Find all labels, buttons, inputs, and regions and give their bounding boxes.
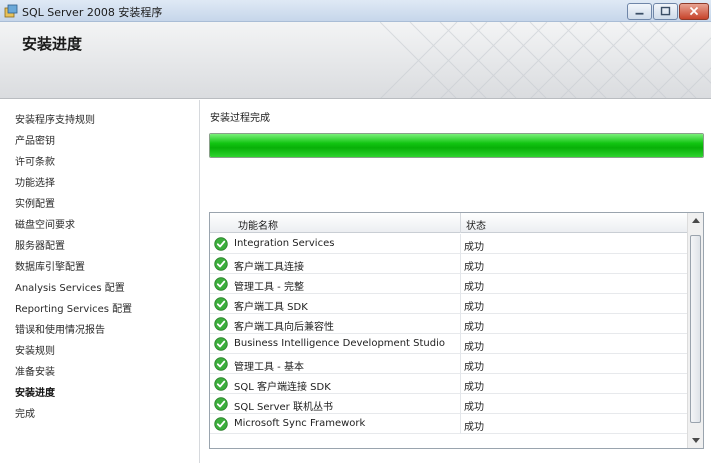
success-check-icon bbox=[214, 337, 228, 351]
column-header-status[interactable]: 状态 bbox=[466, 217, 486, 232]
status-cell: 成功 bbox=[464, 242, 484, 253]
status-cell: 成功 bbox=[464, 322, 484, 333]
nav-item-ready-to-install: 准备安装 bbox=[15, 367, 55, 378]
maximize-button[interactable] bbox=[653, 3, 678, 20]
nav-item-install-rules: 安装规则 bbox=[15, 346, 55, 357]
table-row[interactable]: Integration Services 成功 bbox=[210, 234, 687, 254]
nav-item-instance-config: 实例配置 bbox=[15, 199, 55, 210]
success-check-icon bbox=[214, 257, 228, 271]
table-row[interactable]: SQL 客户端连接 SDK 成功 bbox=[210, 374, 687, 394]
table-row[interactable]: Business Intelligence Development Studio… bbox=[210, 334, 687, 354]
cell-separator bbox=[460, 314, 461, 334]
page-header: 安装进度 bbox=[0, 22, 711, 99]
cell-separator bbox=[460, 394, 461, 414]
minimize-icon bbox=[635, 12, 644, 15]
status-cell: 成功 bbox=[464, 302, 484, 313]
sql-server-setup-icon bbox=[4, 4, 18, 18]
table-row[interactable]: Microsoft Sync Framework 成功 bbox=[210, 414, 687, 434]
success-check-icon bbox=[214, 417, 228, 431]
nav-item-reporting-services: Reporting Services 配置 bbox=[15, 304, 133, 315]
page-title: 安装进度 bbox=[22, 35, 83, 53]
window-title: SQL Server 2008 安装程序 bbox=[22, 6, 163, 19]
setup-steps-nav: 安装程序支持规则 产品密钥 许可条款 功能选择 实例配置 磁盘空间要求 服务器配… bbox=[0, 100, 199, 463]
nav-item-error-reporting: 错误和使用情况报告 bbox=[15, 325, 105, 336]
table-row[interactable]: 客户端工具向后兼容性 成功 bbox=[210, 314, 687, 334]
feature-name-cell: 客户端工具向后兼容性 bbox=[234, 322, 334, 333]
cell-separator bbox=[460, 294, 461, 314]
table-row[interactable]: 客户端工具 SDK 成功 bbox=[210, 294, 687, 314]
feature-name-cell: Integration Services bbox=[234, 238, 335, 249]
feature-name-cell: 管理工具 - 基本 bbox=[234, 362, 304, 373]
progress-fill bbox=[210, 134, 703, 157]
feature-name-cell: SQL 客户端连接 SDK bbox=[234, 382, 331, 393]
table-header: 功能名称 状态 bbox=[210, 213, 687, 233]
install-status-text: 安装过程完成 bbox=[210, 113, 270, 124]
minimize-button[interactable] bbox=[627, 3, 652, 20]
status-cell: 成功 bbox=[464, 362, 484, 373]
close-icon bbox=[689, 6, 699, 16]
success-check-icon bbox=[214, 317, 228, 331]
status-cell: 成功 bbox=[464, 282, 484, 293]
table-row[interactable]: 客户端工具连接 成功 bbox=[210, 254, 687, 274]
nav-item-install-progress: 安装进度 bbox=[15, 388, 55, 399]
cell-separator bbox=[460, 234, 461, 254]
feature-name-cell: Business Intelligence Development Studio bbox=[234, 338, 445, 349]
cell-separator bbox=[460, 374, 461, 394]
feature-name-cell: 客户端工具 SDK bbox=[234, 302, 308, 313]
status-cell: 成功 bbox=[464, 382, 484, 393]
nav-item-setup-support-rules: 安装程序支持规则 bbox=[15, 115, 95, 126]
nav-item-complete: 完成 bbox=[15, 409, 35, 420]
cell-separator bbox=[460, 254, 461, 274]
nav-item-server-config: 服务器配置 bbox=[15, 241, 65, 252]
success-check-icon bbox=[214, 397, 228, 411]
nav-item-feature-selection: 功能选择 bbox=[15, 178, 55, 189]
cell-separator bbox=[460, 414, 461, 434]
title-bar: SQL Server 2008 安装程序 bbox=[0, 0, 711, 22]
cell-separator bbox=[460, 274, 461, 294]
success-check-icon bbox=[214, 357, 228, 371]
feature-name-cell: SQL Server 联机丛书 bbox=[234, 402, 333, 413]
success-check-icon bbox=[214, 377, 228, 391]
scrollbar-thumb[interactable] bbox=[690, 235, 701, 423]
install-progress-bar bbox=[209, 133, 704, 158]
maximize-icon bbox=[660, 6, 671, 16]
nav-item-analysis-services: Analysis Services 配置 bbox=[15, 283, 125, 294]
main-content: 安装过程完成 功能名称 状态 Integration Services 成功 客户端… bbox=[200, 100, 711, 463]
feature-name-cell: 管理工具 - 完整 bbox=[234, 282, 304, 293]
success-check-icon bbox=[214, 237, 228, 251]
nav-item-product-key: 产品密钥 bbox=[15, 136, 55, 147]
vertical-scrollbar[interactable] bbox=[687, 213, 703, 448]
scroll-up-arrow-icon[interactable] bbox=[688, 213, 704, 228]
nav-item-db-engine-config: 数据库引擎配置 bbox=[15, 262, 85, 273]
status-cell: 成功 bbox=[464, 402, 484, 413]
nav-item-license-terms: 许可条款 bbox=[15, 157, 55, 168]
column-separator bbox=[460, 213, 461, 233]
cell-separator bbox=[460, 334, 461, 354]
table-row[interactable]: 管理工具 - 基本 成功 bbox=[210, 354, 687, 374]
status-cell: 成功 bbox=[464, 422, 484, 433]
header-decoration bbox=[380, 22, 711, 98]
feature-name-cell: 客户端工具连接 bbox=[234, 262, 304, 273]
column-header-feature-name[interactable]: 功能名称 bbox=[238, 217, 278, 232]
scroll-down-arrow-icon[interactable] bbox=[688, 433, 704, 448]
feature-name-cell: Microsoft Sync Framework bbox=[234, 418, 366, 429]
success-check-icon bbox=[214, 277, 228, 291]
table-row[interactable]: SQL Server 联机丛书 成功 bbox=[210, 394, 687, 414]
nav-item-disk-space: 磁盘空间要求 bbox=[15, 220, 75, 231]
status-cell: 成功 bbox=[464, 342, 484, 353]
cell-separator bbox=[460, 354, 461, 374]
feature-status-table: 功能名称 状态 Integration Services 成功 客户端工具连接 成功管… bbox=[209, 212, 704, 449]
close-button[interactable] bbox=[679, 3, 709, 20]
status-cell: 成功 bbox=[464, 262, 484, 273]
success-check-icon bbox=[214, 297, 228, 311]
table-row[interactable]: 管理工具 - 完整 成功 bbox=[210, 274, 687, 294]
